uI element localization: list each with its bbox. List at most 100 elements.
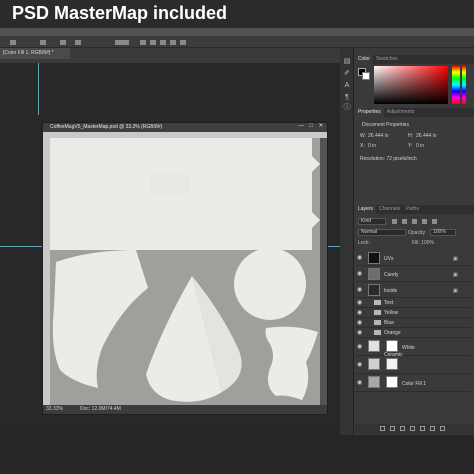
brush-icon[interactable]: ✐: [343, 70, 351, 78]
background-color-swatch[interactable]: [362, 72, 370, 80]
workspace-ruler: [0, 59, 340, 63]
minimize-button[interactable]: —: [298, 123, 304, 129]
add-mask-icon[interactable]: [400, 426, 405, 431]
tool-preset-icon[interactable]: [10, 40, 16, 45]
tab-layers[interactable]: Layers: [355, 205, 377, 214]
width-value[interactable]: 26.444 in: [368, 133, 389, 139]
uv-master-map-canvas[interactable]: [50, 138, 320, 405]
layer-group-row[interactable]: [355, 308, 470, 318]
tab-paths[interactable]: Paths: [403, 205, 422, 214]
lock-icon: ▣: [453, 288, 458, 294]
document-size-info[interactable]: Doc: 12.0M/74.4M: [80, 406, 121, 412]
layer-group-row[interactable]: [355, 318, 470, 328]
tab-adjustments[interactable]: Adjustments: [384, 108, 418, 117]
3d-mode-icon[interactable]: [115, 40, 129, 45]
layer-name[interactable]: Blue: [384, 320, 394, 326]
fill-label[interactable]: Fill: 100%: [412, 240, 434, 246]
visibility-eye-icon[interactable]: ◉: [357, 320, 363, 326]
layer-style-icon[interactable]: [390, 426, 395, 431]
layer-name[interactable]: Orange: [384, 330, 401, 336]
blend-mode-select[interactable]: Normal: [358, 229, 406, 236]
option-icon[interactable]: [60, 40, 66, 45]
visibility-eye-icon[interactable]: ◉: [357, 287, 363, 293]
filter-type-icon[interactable]: [412, 219, 417, 224]
paragraph-icon[interactable]: ¶: [343, 94, 351, 102]
guide-line[interactable]: [38, 63, 39, 115]
height-value[interactable]: 26.444 in: [416, 133, 437, 139]
layer-name[interactable]: Yellow: [384, 310, 398, 316]
properties-panel-tabs: Properties Adjustments: [355, 108, 474, 117]
color-spectrum[interactable]: [462, 66, 466, 104]
trash-icon[interactable]: [440, 426, 445, 431]
layer-mask-thumbnail: [386, 376, 398, 388]
layer-name[interactable]: UVs: [384, 256, 393, 262]
options-bar: [0, 36, 474, 48]
width-label: W:: [360, 133, 367, 139]
guide-line[interactable]: [0, 246, 42, 247]
align-icon[interactable]: [180, 40, 186, 45]
visibility-eye-icon[interactable]: ◉: [357, 330, 363, 336]
layer-name[interactable]: White: [402, 345, 415, 351]
visibility-eye-icon[interactable]: ◉: [357, 362, 363, 368]
option-icon[interactable]: [40, 40, 46, 45]
zoom-level[interactable]: 33.33%: [46, 406, 63, 412]
close-button[interactable]: ✕: [318, 123, 324, 129]
visibility-eye-icon[interactable]: ◉: [357, 300, 363, 306]
maximize-button[interactable]: □: [308, 123, 314, 129]
layer-group-row[interactable]: [355, 298, 470, 308]
bottom-area: [0, 435, 474, 474]
vertical-ruler[interactable]: [43, 132, 50, 405]
adjustment-layer-icon[interactable]: [410, 426, 415, 431]
visibility-eye-icon[interactable]: ◉: [357, 310, 363, 316]
x-label: X:: [360, 143, 365, 149]
visibility-eye-icon[interactable]: ◉: [357, 344, 363, 350]
tab-properties[interactable]: Properties: [355, 108, 384, 117]
layer-name[interactable]: Color Fill 1: [402, 381, 426, 387]
color-picker-field[interactable]: [374, 66, 448, 104]
new-layer-icon[interactable]: [430, 426, 435, 431]
lock-label: Lock:: [358, 240, 370, 246]
opacity-field[interactable]: 100%: [430, 229, 456, 236]
visibility-eye-icon[interactable]: ◉: [357, 255, 363, 261]
visibility-eye-icon[interactable]: ◉: [357, 271, 363, 277]
layer-thumbnail: [368, 268, 380, 280]
layer-thumbnail: [368, 284, 380, 296]
align-icon[interactable]: [160, 40, 166, 45]
align-icon[interactable]: [140, 40, 146, 45]
guide-line[interactable]: [328, 246, 340, 247]
info-icon[interactable]: ⓘ: [343, 104, 351, 112]
filter-smart-object-icon[interactable]: [432, 219, 437, 224]
character-icon[interactable]: A: [343, 82, 351, 90]
layer-thumbnail: [368, 358, 380, 370]
layer-name[interactable]: Text: [384, 300, 393, 306]
option-icon[interactable]: [75, 40, 81, 45]
color-panel-tabs: Color Swatches: [355, 55, 474, 64]
hue-slider[interactable]: [452, 66, 460, 104]
layer-group-row[interactable]: [355, 328, 470, 338]
layer-name[interactable]: Ceramic: [384, 352, 403, 358]
layer-name[interactable]: Inside: [384, 288, 397, 294]
tab-swatches[interactable]: Swatches: [373, 55, 401, 64]
folder-icon: [374, 320, 381, 325]
align-icon[interactable]: [170, 40, 176, 45]
link-layers-icon[interactable]: [380, 426, 385, 431]
y-value[interactable]: 0 in: [416, 143, 424, 149]
filter-shape-icon[interactable]: [422, 219, 427, 224]
tab-channels[interactable]: Channels: [376, 205, 403, 214]
document-tab-label: [Color Fill 1, RGB/8#] *: [3, 50, 54, 56]
new-group-icon[interactable]: [420, 426, 425, 431]
history-icon[interactable]: ▤: [343, 58, 351, 66]
folder-icon: [374, 300, 381, 305]
align-icon[interactable]: [150, 40, 156, 45]
filter-pixel-icon[interactable]: [392, 219, 397, 224]
document-window-title: CoffeeMugV5_MasterMap.psd @ 33.3% (RGB/8…: [50, 124, 163, 130]
layer-name[interactable]: Candy: [384, 272, 398, 278]
visibility-eye-icon[interactable]: ◉: [357, 380, 363, 386]
layer-thumbnail: [368, 340, 380, 352]
filter-adjustment-icon[interactable]: [402, 219, 407, 224]
tab-color[interactable]: Color: [355, 55, 373, 64]
layers-panel-tabs: Layers Channels Paths: [355, 205, 474, 214]
layer-filter-kind[interactable]: Kind: [358, 218, 386, 225]
x-value[interactable]: 0 in: [368, 143, 376, 149]
folder-icon: [374, 310, 381, 315]
